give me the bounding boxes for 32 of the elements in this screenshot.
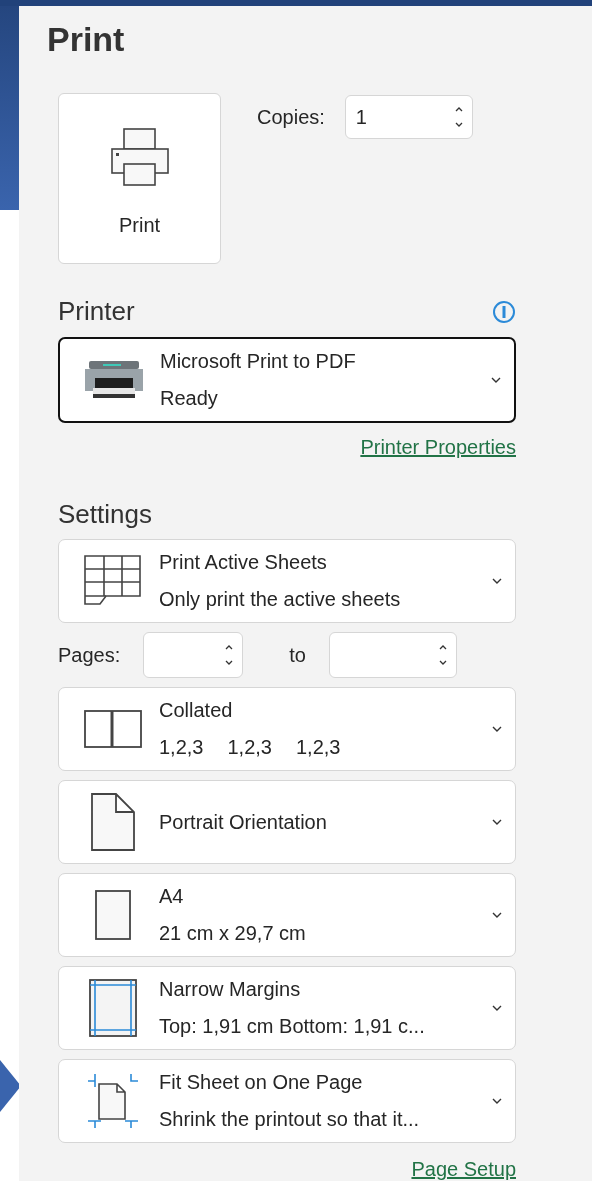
collation-order: 1,2,3 <box>227 736 272 759</box>
to-label: to <box>289 643 306 667</box>
setting-dropdown[interactable]: Portrait Orientation <box>58 780 516 864</box>
setting-title: A4 <box>159 885 185 908</box>
pages-label: Pages: <box>58 643 121 667</box>
printer-name: Microsoft Print to PDF <box>160 350 357 373</box>
setting-dropdown[interactable]: A4 21 cm x 29,7 cm <box>58 873 516 957</box>
collation-order: 1,2,3 <box>159 736 204 759</box>
setting-description: Top: 1,91 cm Bottom: 1,91 c... <box>159 1015 426 1038</box>
setting-title: Fit Sheet on One Page <box>159 1071 364 1094</box>
collation-order: 1,2,3 <box>295 736 341 759</box>
setting-title: Narrow Margins <box>159 978 302 1001</box>
print-button[interactable]: Print <box>58 93 221 264</box>
setting-dropdown[interactable]: Print Active Sheets Only print the active sheets <box>58 539 516 623</box>
section-heading: Printer <box>58 296 135 327</box>
page-title: Print <box>47 20 126 59</box>
setting-title: Print Active Sheets <box>159 551 328 574</box>
setting-description: 21 cm x 29,7 cm <box>159 922 307 945</box>
copies-label: Copies: <box>257 105 325 129</box>
printer-properties-link[interactable]: Printer Properties <box>360 436 516 459</box>
setting-description: Only print the active sheets <box>159 588 402 611</box>
setting-title: Collated <box>159 699 234 722</box>
section-heading: Settings <box>58 499 152 530</box>
setting-title: Portrait Orientation <box>159 810 328 834</box>
printer-status: Ready <box>160 387 219 410</box>
setting-dropdown[interactable]: Narrow Margins Top: 1,91 cm Bottom: 1,91 c... <box>58 966 516 1050</box>
setting-description: Shrink the printout so that it... <box>159 1108 421 1131</box>
printer-dropdown[interactable]: Microsoft Print to PDF Ready <box>58 337 516 423</box>
page-setup-link[interactable]: Page Setup <box>411 1158 516 1181</box>
setting-dropdown[interactable]: Fit Sheet on One Page Shrink the printout so that it... <box>58 1059 516 1143</box>
setting-dropdown[interactable]: Collated 1,2,3 1,2,3 1,2,3 <box>58 687 516 771</box>
copies-spinner[interactable]: 1 <box>344 95 473 139</box>
